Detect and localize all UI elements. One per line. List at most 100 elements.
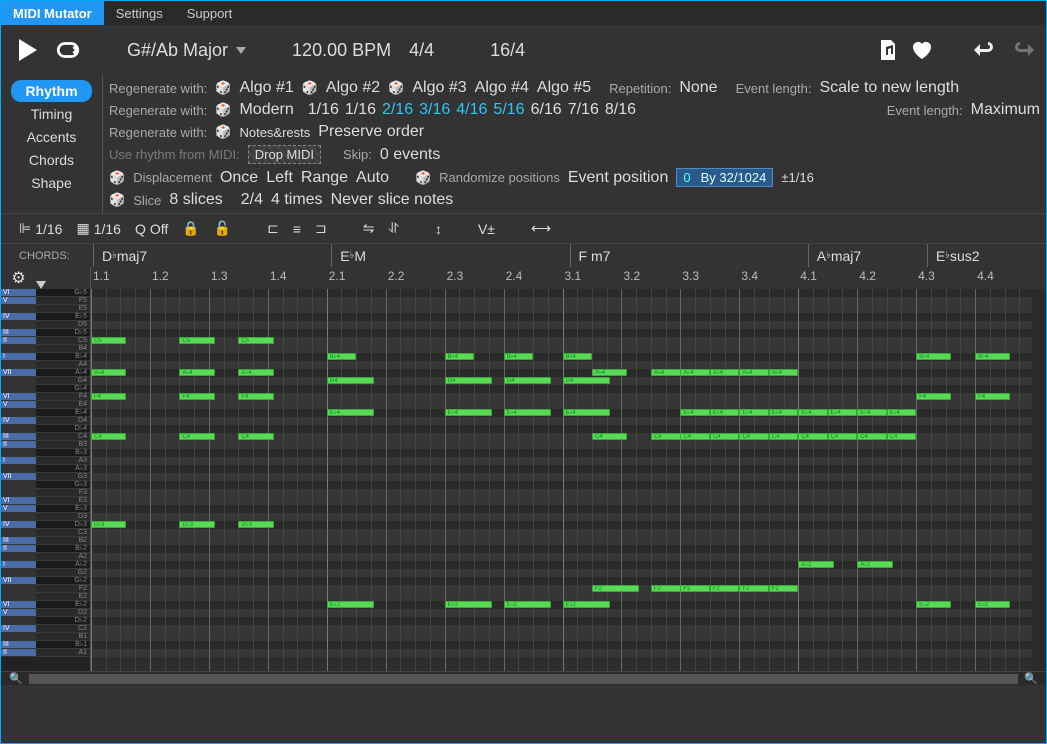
midi-note[interactable]: C4 [680, 433, 709, 440]
piano-key-B♭4[interactable]: B♭4 [36, 353, 90, 361]
timesig-display[interactable]: 4/4 [409, 40, 434, 61]
midi-note[interactable]: A♭4 [739, 369, 768, 376]
midi-note[interactable]: C4 [710, 433, 739, 440]
align-right-button[interactable]: ⊐ [315, 220, 327, 237]
algo-4[interactable]: Algo #4 [475, 79, 529, 97]
chord-F-m7[interactable]: F m7 [570, 244, 808, 267]
midi-note[interactable]: E♭4 [739, 409, 768, 416]
cat-accents[interactable]: Accents [11, 126, 92, 148]
piano-key-G3[interactable]: G3 [36, 473, 90, 481]
piano-key-E3[interactable]: E3 [36, 497, 90, 505]
frac-1-16[interactable]: 1/16 [345, 101, 376, 118]
mode-notesrests[interactable]: Notes&rests [239, 125, 310, 140]
flip-h-button[interactable]: ⇋ [363, 220, 375, 237]
playhead-marker[interactable] [36, 281, 46, 289]
midi-note[interactable]: F2 [680, 585, 709, 592]
menu-tab-midi-mutator[interactable]: MIDI Mutator [1, 1, 104, 25]
midi-note[interactable]: A♭4 [769, 369, 798, 376]
midi-note[interactable]: F4 [975, 393, 1010, 400]
skip-value[interactable]: 0 events [380, 146, 440, 164]
piano-key-D2[interactable]: D2 [36, 609, 90, 617]
midi-note[interactable]: E♭2 [916, 601, 951, 608]
piano-key-A♭3[interactable]: A♭3 [36, 465, 90, 473]
midi-note[interactable]: B♭4 [916, 353, 951, 360]
preserve-order[interactable]: Preserve order [318, 123, 424, 141]
piano-key-B3[interactable]: B3 [36, 441, 90, 449]
repetition-value[interactable]: None [679, 79, 717, 97]
never-slice[interactable]: Never slice notes [331, 191, 454, 209]
midi-note[interactable]: D♭3 [179, 521, 214, 528]
midi-note[interactable]: B♭4 [504, 353, 533, 360]
midi-note[interactable]: D♭3 [91, 521, 126, 528]
favorite-button[interactable] [910, 39, 934, 61]
piano-key-F5[interactable]: F5 [36, 297, 90, 305]
midi-note[interactable]: F2 [739, 585, 768, 592]
velocity-button[interactable]: V± [478, 221, 495, 237]
chord-E♭-M[interactable]: E♭ M [331, 244, 569, 267]
slice-count[interactable]: 8 slices [169, 191, 222, 209]
piano-key-E♭2[interactable]: E♭2 [36, 601, 90, 609]
piano-keyboard[interactable]: G♭5F5E5E♭5D5D♭5C5B4B♭4A4A♭4G4G♭4F4E4E♭4D… [36, 289, 91, 671]
flip-v-button[interactable]: ⥯ [389, 220, 399, 237]
unlock-button[interactable]: 🔓 [214, 220, 231, 237]
midi-note[interactable]: E♭4 [887, 409, 916, 416]
midi-note[interactable]: F4 [179, 393, 214, 400]
horizontal-scrollbar[interactable]: 🔍 🔍 [1, 671, 1046, 685]
midi-note[interactable]: A♭4 [91, 369, 126, 376]
piano-key-F4[interactable]: F4 [36, 393, 90, 401]
note-grid[interactable]: C5C5C5B♭4B♭4B♭4B♭4B♭4B♭4A♭4A♭4A♭4A♭4A♭4A… [91, 289, 1046, 671]
piano-key-C4[interactable]: C4 [36, 433, 90, 441]
piano-key-E♭5[interactable]: E♭5 [36, 313, 90, 321]
piano-key-A♭2[interactable]: A♭2 [36, 561, 90, 569]
midi-note[interactable]: C4 [828, 433, 857, 440]
align-center-button[interactable]: ≡ [293, 221, 301, 237]
piano-key-B4[interactable]: B4 [36, 345, 90, 353]
disp-once[interactable]: Once [220, 169, 258, 187]
midi-note[interactable]: A♭4 [238, 369, 273, 376]
menu-tab-support[interactable]: Support [175, 1, 245, 25]
piano-key-D3[interactable]: D3 [36, 513, 90, 521]
midi-note[interactable]: C5 [91, 337, 126, 344]
midi-note[interactable]: C4 [887, 433, 916, 440]
piano-key-E♭3[interactable]: E♭3 [36, 505, 90, 513]
piano-key-G♭4[interactable]: G♭4 [36, 385, 90, 393]
piano-key-A♭4[interactable]: A♭4 [36, 369, 90, 377]
pos-tolerance[interactable]: ±1/16 [781, 170, 813, 185]
piano-key-G4[interactable]: G4 [36, 377, 90, 385]
midi-note[interactable]: A♭2 [857, 561, 892, 568]
midi-note[interactable]: C4 [238, 433, 273, 440]
midi-note[interactable]: C4 [179, 433, 214, 440]
midi-note[interactable]: E♭2 [445, 601, 492, 608]
midi-note[interactable]: E♭4 [710, 409, 739, 416]
chord-A♭-maj7[interactable]: A♭ maj7 [808, 244, 927, 267]
piano-key-D5[interactable]: D5 [36, 321, 90, 329]
midi-note[interactable]: C4 [769, 433, 798, 440]
align-left-button[interactable]: ⊏ [267, 220, 279, 237]
loop-button[interactable] [55, 40, 81, 60]
midi-note[interactable]: C4 [857, 433, 886, 440]
midi-note[interactable]: B♭4 [327, 353, 356, 360]
piano-key-B♭2[interactable]: B♭2 [36, 545, 90, 553]
midi-note[interactable]: A♭2 [798, 561, 833, 568]
frac-6-16[interactable]: 6/16 [531, 101, 562, 118]
disp-auto[interactable]: Auto [356, 169, 389, 187]
midi-note[interactable]: E♭4 [445, 409, 492, 416]
evlen-value2[interactable]: Maximum [971, 101, 1040, 119]
piano-key-F3[interactable]: F3 [36, 489, 90, 497]
drop-midi-target[interactable]: Drop MIDI [248, 145, 321, 164]
lock-button[interactable]: 🔒 [182, 220, 199, 237]
midi-note[interactable]: A♭4 [710, 369, 739, 376]
piano-key-G♭3[interactable]: G♭3 [36, 481, 90, 489]
midi-note[interactable]: C5 [238, 337, 273, 344]
settings-gear-button[interactable]: ⚙ [11, 268, 25, 288]
midi-note[interactable]: C4 [91, 433, 126, 440]
midi-note[interactable]: C4 [592, 433, 627, 440]
frac-7-16[interactable]: 7/16 [568, 101, 599, 118]
frac-8-16[interactable]: 8/16 [605, 101, 636, 118]
piano-key-A4[interactable]: A4 [36, 361, 90, 369]
bars-display[interactable]: 16/4 [490, 40, 525, 61]
cat-chords[interactable]: Chords [11, 149, 92, 171]
cat-shape[interactable]: Shape [11, 172, 92, 194]
redo-button[interactable] [1010, 41, 1036, 59]
algo-1[interactable]: Algo #1 [239, 79, 293, 97]
